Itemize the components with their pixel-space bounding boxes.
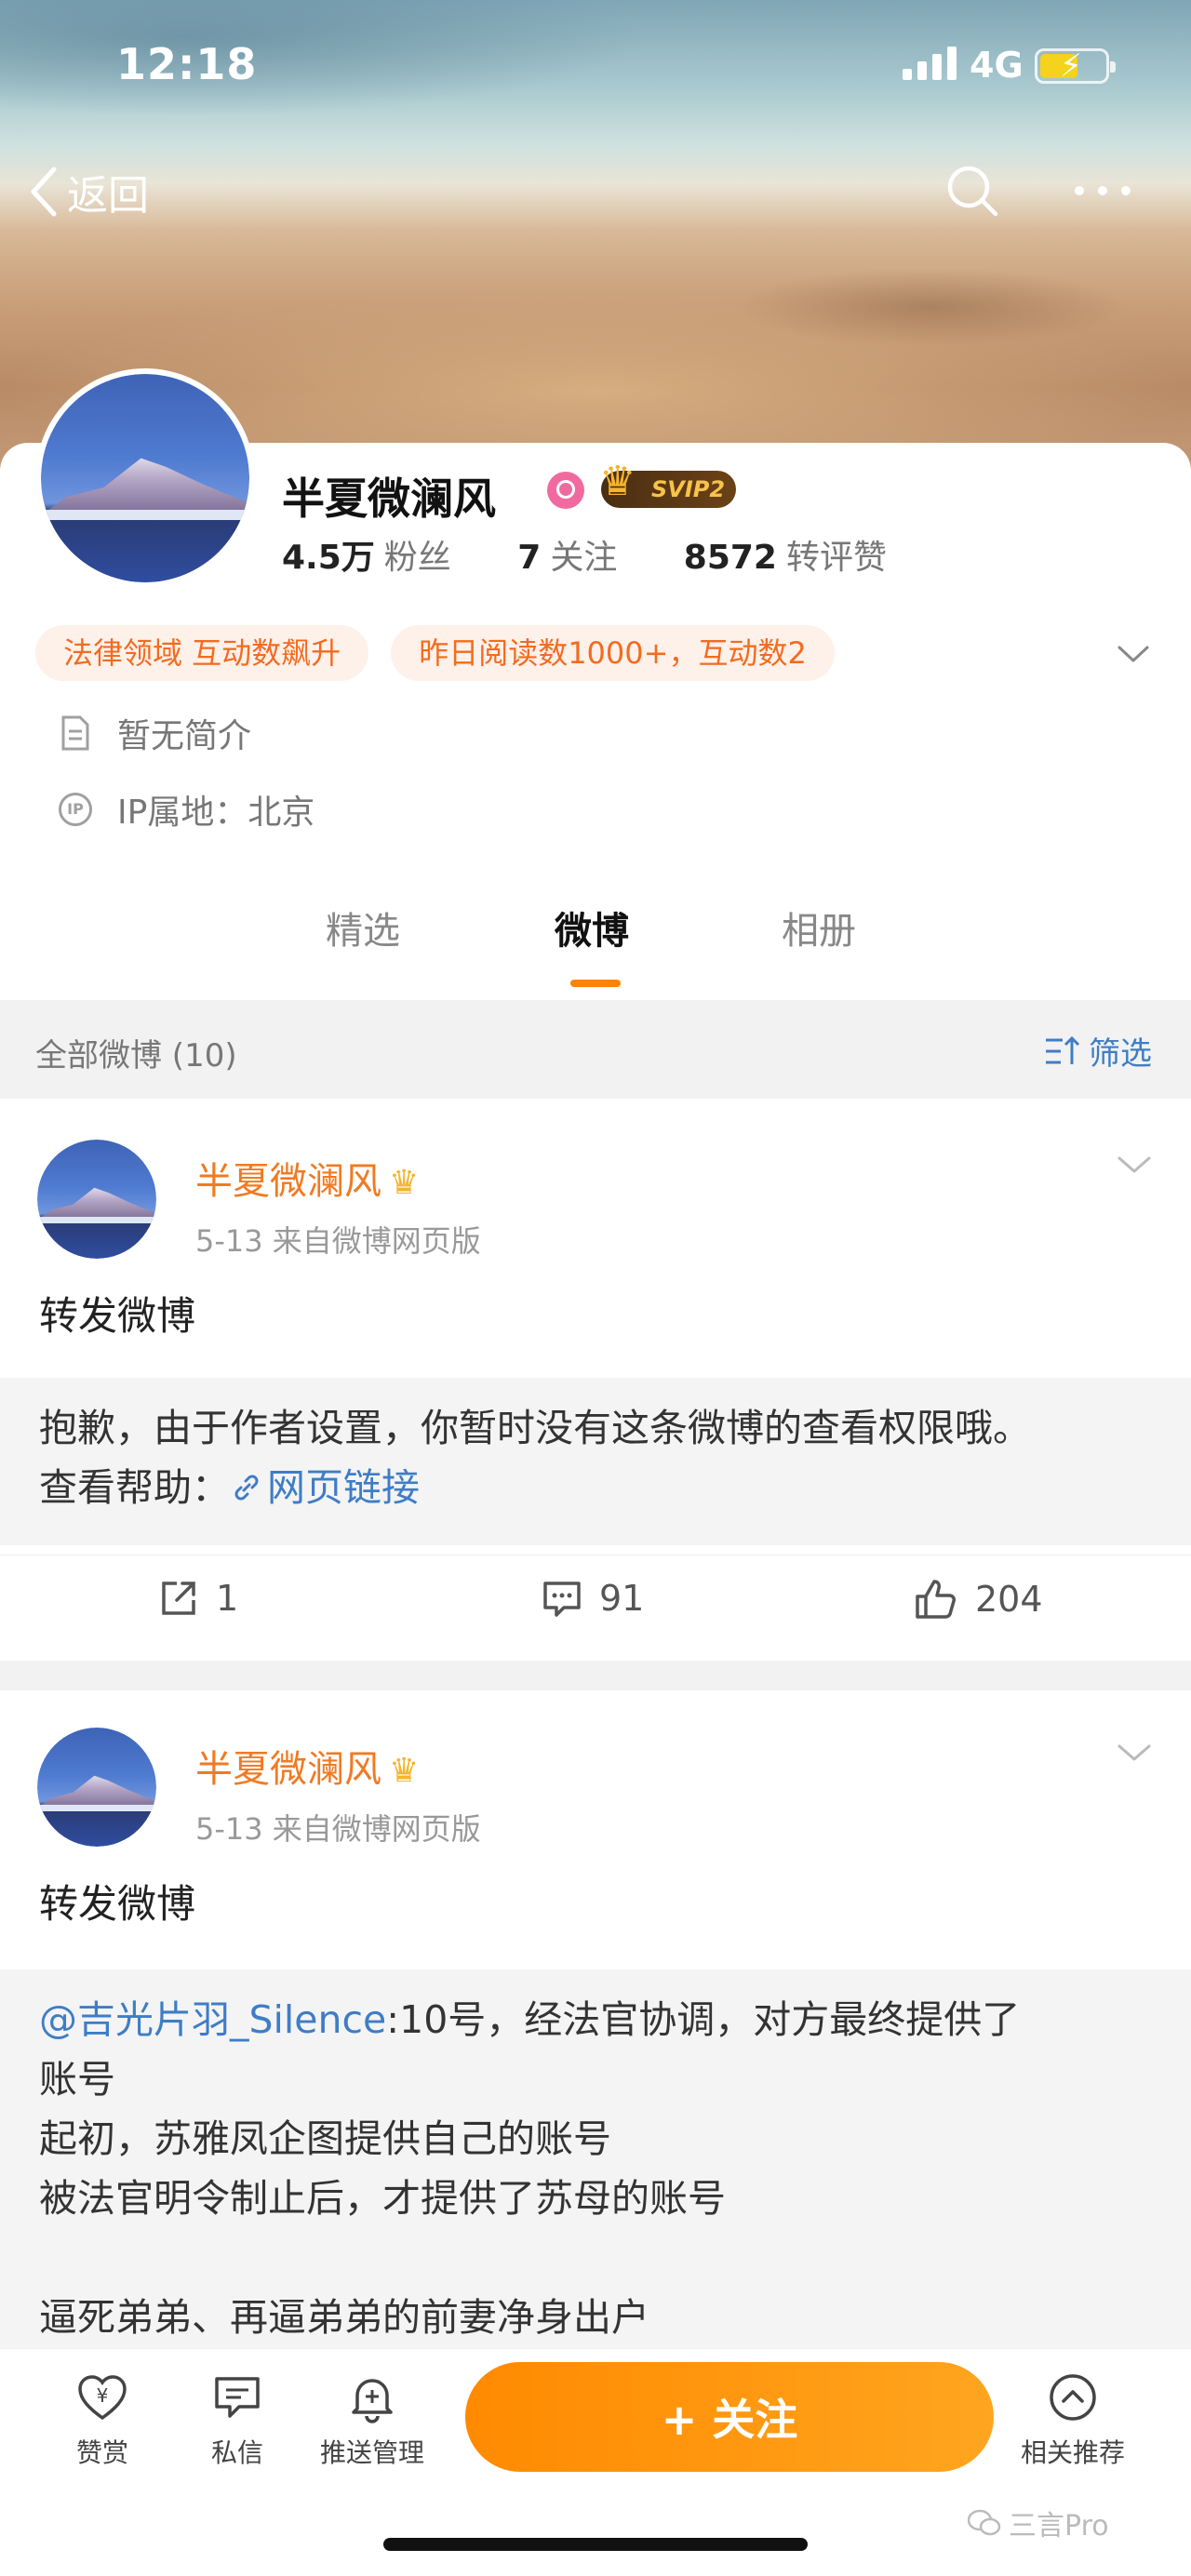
wechat-icon bbox=[968, 2509, 1001, 2536]
chevron-down-icon[interactable] bbox=[1117, 1739, 1152, 1767]
network-type: 4G bbox=[970, 45, 1024, 86]
reposted-content[interactable]: @吉光片羽_Silence:10号，经法官协调，对方最终提供了 账号 起初，苏雅… bbox=[0, 1969, 1191, 2348]
quote-line: 起初，苏雅凤企图提供自己的账号 bbox=[39, 2116, 611, 2161]
feed-post[interactable]: 半夏微澜风 ♛ 5-13 来自微博网页版 转发微博 抱歉，由于作者设置，你暂时没有… bbox=[0, 1099, 1191, 1657]
bio-text: 暂无简介 bbox=[117, 717, 252, 755]
chevron-down-icon[interactable] bbox=[1117, 1151, 1152, 1179]
follow-button[interactable]: + 关注 bbox=[465, 2362, 994, 2472]
post-author[interactable]: 半夏微澜风 ♛ bbox=[195, 1151, 419, 1205]
feed-post[interactable]: 半夏微澜风 ♛ 5-13 来自微博网页版 转发微博 @吉光片羽_Silence:1… bbox=[0, 1690, 1191, 2348]
like-button[interactable]: 204 bbox=[914, 1578, 1043, 1621]
post-text: 转发微博 bbox=[39, 1293, 196, 1339]
quote-line: 账号 bbox=[39, 2057, 115, 2102]
filter-button[interactable]: 筛选 bbox=[1044, 1028, 1152, 1074]
profile-avatar[interactable] bbox=[35, 368, 255, 588]
ip-location: IP属地：北京 bbox=[117, 794, 315, 832]
post-divider bbox=[0, 1661, 1191, 1690]
document-icon bbox=[58, 715, 93, 751]
quote-text: 抱歉，由于作者设置，你暂时没有这条微博的查看权限哦。 bbox=[39, 1406, 1031, 1450]
web-link[interactable]: 网页链接 bbox=[230, 1465, 420, 1510]
reward-icon: ¥ bbox=[78, 2375, 127, 2421]
tab-featured[interactable]: 精选 bbox=[326, 901, 400, 954]
comment-button[interactable]: 91 bbox=[542, 1578, 644, 1619]
signal-icon bbox=[903, 45, 958, 80]
post-meta: 5-13 来自微博网页版 bbox=[195, 1223, 481, 1259]
ip-icon: IP bbox=[58, 792, 93, 827]
back-button[interactable]: 返回 bbox=[28, 164, 149, 220]
profile-tabs: 精选 微博 相册 bbox=[0, 901, 1191, 1003]
verified-badge-icon[interactable] bbox=[547, 472, 584, 509]
watermark: 三言Pro bbox=[968, 2503, 1109, 2543]
filter-icon bbox=[1046, 1035, 1080, 1064]
crown-icon: ♛ bbox=[599, 458, 636, 505]
thumbs-up-icon bbox=[916, 1580, 956, 1619]
search-icon[interactable] bbox=[944, 163, 1000, 219]
back-label: 返回 bbox=[67, 172, 149, 220]
post-avatar[interactable] bbox=[37, 1728, 156, 1847]
svip-badge[interactable]: ♛ SVIP2 bbox=[599, 461, 737, 508]
profile-tags: 法律领域 互动数飙升 昨日阅读数1000+，互动数2 bbox=[35, 625, 835, 681]
status-bar: 12:18 4G ⚡ bbox=[0, 0, 1191, 140]
push-settings-button[interactable]: 推送管理 bbox=[312, 2368, 433, 2470]
post-text: 转发微博 bbox=[39, 1881, 196, 1927]
message-icon bbox=[215, 2377, 260, 2418]
feed-filter-bar: 全部微博 (10) 筛选 bbox=[0, 1000, 1191, 1099]
quote-line: :10号，经法官协调，对方最终提供了 bbox=[386, 1997, 1021, 2042]
repost-button[interactable]: 1 bbox=[158, 1578, 238, 1619]
active-tab-indicator bbox=[570, 980, 621, 987]
svg-text:¥: ¥ bbox=[97, 2384, 109, 2407]
tag-chip[interactable]: 昨日阅读数1000+，互动数2 bbox=[391, 625, 835, 681]
post-avatar[interactable] bbox=[37, 1140, 156, 1259]
crown-icon: ♛ bbox=[389, 1752, 420, 1790]
quote-help-label: 查看帮助： bbox=[39, 1465, 230, 1510]
crown-icon: ♛ bbox=[389, 1164, 420, 1202]
bell-icon bbox=[352, 2379, 393, 2423]
chevron-left-icon bbox=[31, 167, 57, 217]
engagement-stat[interactable]: 8572 转评赞 bbox=[684, 539, 887, 577]
svip-label: SVIP2 bbox=[651, 476, 726, 502]
tab-album[interactable]: 相册 bbox=[782, 901, 856, 954]
chevron-down-icon[interactable] bbox=[1117, 640, 1150, 668]
home-indicator bbox=[383, 2538, 808, 2551]
following-stat[interactable]: 7 关注 bbox=[517, 539, 617, 577]
tag-chip[interactable]: 法律领域 互动数飙升 bbox=[35, 625, 369, 681]
quote-line: 逼死弟弟、再逼弟弟的前妻净身出户 bbox=[39, 2295, 649, 2340]
feed-count: 全部微博 (10) bbox=[35, 1037, 237, 1074]
tab-weibo[interactable]: 微博 bbox=[555, 901, 629, 954]
post-actions: 1 91 204 bbox=[0, 1555, 1191, 1657]
battery-icon: ⚡ bbox=[1035, 47, 1116, 85]
chevron-up-circle-icon bbox=[1050, 2374, 1096, 2421]
post-author[interactable]: 半夏微澜风 ♛ bbox=[195, 1739, 419, 1793]
related-button[interactable]: 相关推荐 bbox=[1017, 2368, 1129, 2470]
profile-stats: 4.5万 粉丝 7 关注 8572 转评赞 bbox=[282, 530, 943, 579]
message-button[interactable]: 私信 bbox=[181, 2368, 293, 2470]
mention-link[interactable]: @吉光片羽_Silence bbox=[39, 1997, 386, 2042]
reward-button[interactable]: ¥ 赞赏 bbox=[47, 2368, 158, 2470]
quote-line: 被法官明令制止后，才提供了苏母的账号 bbox=[39, 2176, 726, 2221]
more-icon[interactable] bbox=[1070, 167, 1135, 214]
post-meta: 5-13 来自微博网页版 bbox=[195, 1811, 481, 1847]
comment-icon bbox=[543, 1582, 581, 1617]
status-time: 12:18 bbox=[116, 39, 258, 89]
repost-icon bbox=[162, 1582, 195, 1615]
reposted-content[interactable]: 抱歉，由于作者设置，你暂时没有这条微博的查看权限哦。 查看帮助： 网页链接 bbox=[0, 1378, 1191, 1545]
fans-stat[interactable]: 4.5万 粉丝 bbox=[282, 539, 451, 577]
bio-row: 暂无简介 bbox=[58, 709, 251, 757]
ip-row: IP IP属地：北京 bbox=[58, 785, 314, 834]
link-icon bbox=[234, 1475, 259, 1501]
profile-name: 半夏微澜风 bbox=[282, 474, 496, 524]
